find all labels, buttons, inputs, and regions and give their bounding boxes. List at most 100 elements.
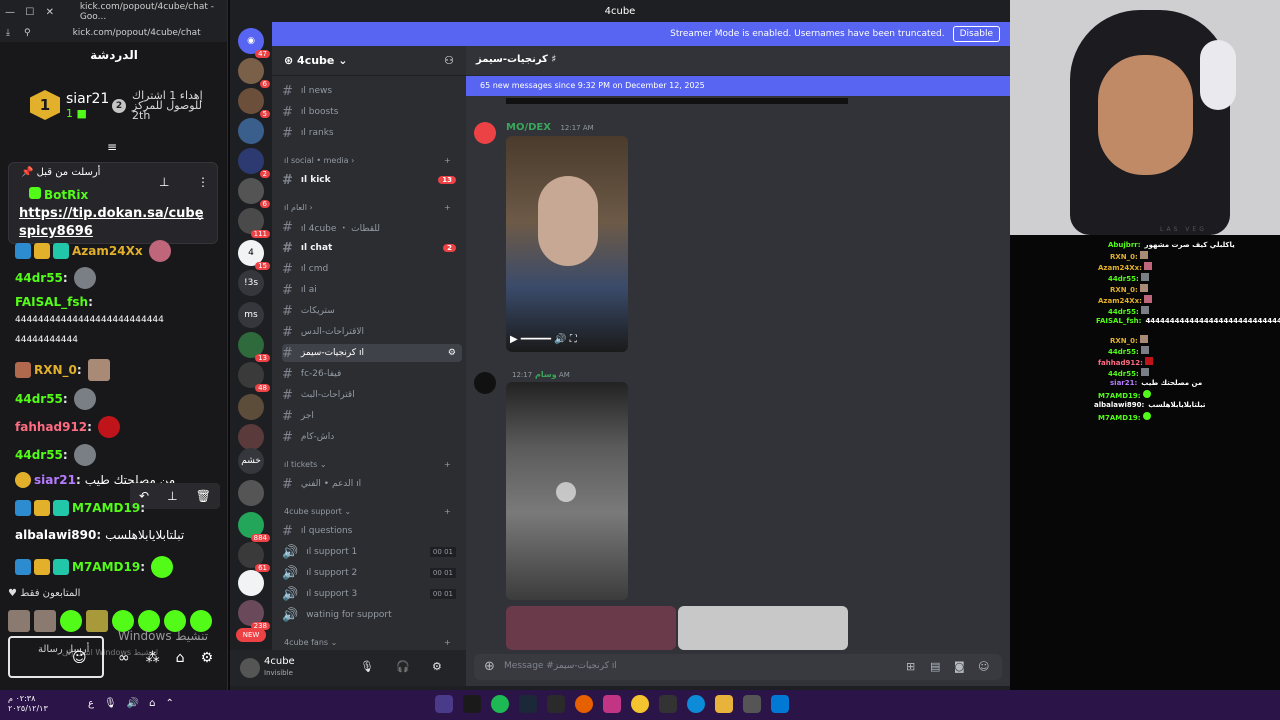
system-clock[interactable]: ٠٢:٣٨ م ٢٠٢٥/١٢/١٣ [8, 694, 48, 714]
chat-username[interactable]: 44dr55 [15, 271, 63, 285]
message-author[interactable]: MO/DEX 12:17 AM [506, 122, 594, 133]
server-icon[interactable]: 5 [238, 88, 270, 118]
settings-icon[interactable]: ⚙ [448, 348, 456, 358]
channel-ai[interactable]: # ıl ai [282, 281, 462, 299]
category-general[interactable]: ıl العام › + [284, 203, 451, 212]
firefox-icon[interactable] [575, 695, 593, 713]
search-icon[interactable]: ⚲ [24, 28, 31, 38]
chat-message[interactable]: 44dr55: [15, 267, 96, 289]
message-author[interactable]: وسام 12:17 AM [506, 370, 570, 379]
emoji-icon[interactable]: ☺ [72, 650, 87, 666]
app-icon[interactable] [463, 695, 481, 713]
chat-username[interactable]: FAISAL_fsh [15, 295, 88, 309]
add-channel-icon[interactable]: + [444, 638, 451, 647]
category-social[interactable]: ıl social • media › + [284, 156, 451, 165]
channel-boosts[interactable]: # ıl boosts [282, 103, 462, 121]
chat-username[interactable]: M7AMD19 [72, 560, 140, 574]
speaker-icon[interactable]: 🔊 [127, 698, 139, 709]
server-icon-4cube[interactable]: 4 15 [238, 240, 270, 270]
app-icon[interactable] [547, 695, 565, 713]
channel-streaks[interactable]: # ستريكات [282, 302, 462, 320]
pinned-link[interactable]: https://tip.dokan.sa/cube spicy8696 [19, 205, 204, 241]
server-icon[interactable] [238, 424, 264, 450]
voice-support-2[interactable]: 🔊 ıl support 2 00 01 [282, 564, 462, 582]
add-channel-icon[interactable]: + [444, 507, 451, 516]
pin-icon[interactable]: ⊥ [167, 489, 177, 503]
chat-message[interactable]: M7AMD19: [15, 500, 145, 516]
chat-message[interactable]: FAISAL_fsh: [15, 295, 93, 309]
message-input[interactable]: Message #كرنجيات-سيمز ıl [474, 654, 1002, 680]
channel-active[interactable]: # كرنجيات-سيمز ıl ⚙ [282, 344, 462, 362]
gift-icon[interactable]: ⌂ [176, 650, 185, 666]
close-icon[interactable]: ✕ [40, 7, 60, 18]
microphone-icon[interactable]: 🎙 [360, 660, 374, 673]
chat-username[interactable]: Azam24Xx [72, 244, 143, 258]
channel-dashcam[interactable]: # داش-كام [282, 428, 462, 446]
new-messages-bar[interactable]: 65 new messages since 9:32 PM on Decembe… [466, 76, 1010, 96]
channel-suggestions[interactable]: # الاقتراحات-الدس [282, 323, 462, 341]
chat-username[interactable]: 44dr55 [15, 392, 63, 406]
server-icon[interactable]: 111 [238, 208, 270, 238]
chat-username[interactable]: siar21 [34, 473, 76, 487]
add-channel-icon[interactable]: + [444, 203, 451, 212]
windows-start-icon[interactable] [771, 695, 789, 713]
server-icon[interactable] [238, 118, 264, 144]
channel-questions[interactable]: # ıl questions [282, 522, 462, 540]
chat-username[interactable]: albalawi890 [15, 528, 96, 542]
server-icon[interactable] [238, 394, 264, 420]
address-bar[interactable]: ⤓ ⚲ kick.com/popout/4cube/chat [0, 24, 227, 42]
add-channel-icon[interactable]: + [444, 156, 451, 165]
settings-icon[interactable]: ⚙ [432, 660, 442, 673]
microphone-icon[interactable]: 🎙 [104, 698, 117, 709]
avatar[interactable] [474, 122, 496, 144]
channel-reward[interactable]: # اجر [282, 407, 462, 425]
edge-icon[interactable] [687, 695, 705, 713]
more-icon[interactable]: ⋮ [197, 175, 209, 189]
avatar[interactable] [240, 658, 260, 678]
server-icon[interactable]: 884 [238, 512, 270, 542]
settings-icon[interactable]: ⚙ [201, 650, 214, 666]
maximize-icon[interactable]: ☐ [20, 7, 40, 18]
video-controls[interactable]: ▶ ━━━━━ 🔊 ⛶ [510, 334, 624, 348]
chat-username[interactable]: RXN_0 [34, 363, 77, 377]
channel-chat[interactable]: # ıl chat 2 [282, 239, 462, 257]
server-icon[interactable]: 6 [238, 58, 270, 88]
app-icon[interactable] [435, 695, 453, 713]
channel-news[interactable]: # ıl news [282, 82, 462, 100]
sticker-icon[interactable]: ◙ [954, 660, 965, 673]
voice-waiting[interactable]: 🔊 watinig for support [282, 606, 462, 624]
channel-stream-suggestions[interactable]: # اقتراحات-البث [282, 386, 462, 404]
steam-icon[interactable] [519, 695, 537, 713]
video-attachment[interactable] [506, 382, 628, 600]
add-attachment-icon[interactable]: ⊕ [484, 659, 495, 674]
server-icon[interactable]: 2 [238, 148, 270, 178]
chat-username[interactable]: M7AMD19 [72, 501, 140, 515]
chat-message[interactable]: fahhad912: [15, 416, 120, 438]
server-icon[interactable]: ms [238, 302, 264, 328]
emote-icon[interactable] [86, 610, 108, 632]
collapse-icon[interactable]: ≡ [107, 140, 117, 154]
voice-support-1[interactable]: 🔊 ıl support 1 00 01 [282, 543, 462, 561]
channel-clips[interactable]: # ıl 4cube ・ للقطات [282, 218, 462, 236]
headphones-icon[interactable]: 🎧 [396, 660, 410, 673]
channel-cmd[interactable]: # ıl cmd [282, 260, 462, 278]
language-icon[interactable]: ع [88, 698, 94, 709]
app-icon[interactable] [743, 695, 761, 713]
emote-icon[interactable] [8, 610, 30, 632]
minimize-icon[interactable]: — [0, 7, 20, 18]
chat-message[interactable]: albalawi890: تبلتابلايابلاهلسب [15, 528, 184, 542]
server-icon[interactable]: 48 [238, 362, 270, 392]
channel-fifa[interactable]: # fc-26-فيفا [282, 365, 462, 383]
download-icon[interactable]: ⤓ [6, 28, 10, 38]
chat-message[interactable]: 44dr55: [15, 444, 96, 466]
glasses-icon[interactable]: ∞ [118, 650, 130, 666]
server-icon[interactable]: 13 [238, 332, 270, 362]
channel-support-tech[interactable]: # الدعم • الفني ıl [282, 475, 462, 493]
emote-icon[interactable] [60, 610, 82, 632]
add-channel-icon[interactable]: + [444, 460, 451, 469]
chat-message[interactable]: RXN_0: [15, 359, 110, 381]
app-icon[interactable] [631, 695, 649, 713]
image-attachment[interactable] [506, 606, 676, 650]
server-icon[interactable]: 238 [238, 600, 270, 630]
discord-icon[interactable] [659, 695, 677, 713]
